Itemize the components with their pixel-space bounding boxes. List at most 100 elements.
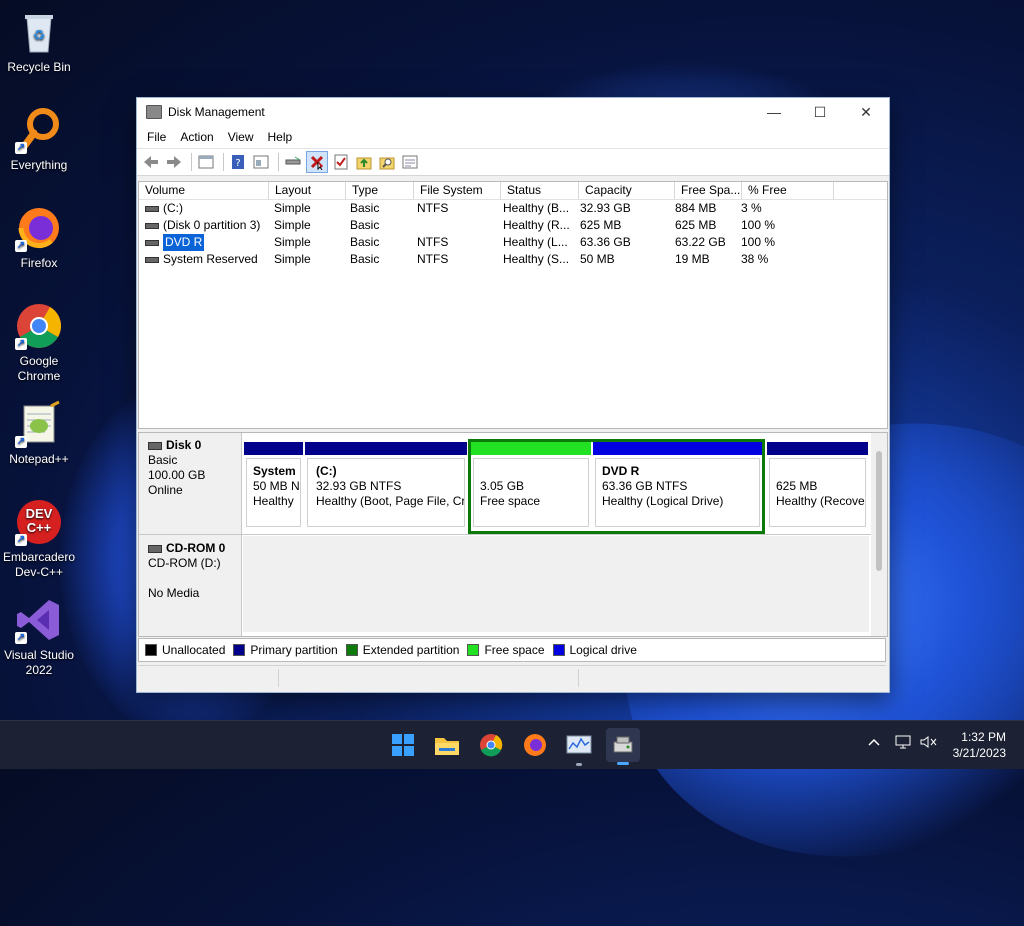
desktop-icon-recycle-bin[interactable]: ♻ Recycle Bin	[2, 8, 76, 75]
toolbar: ?	[137, 148, 889, 176]
column-status[interactable]: Status	[501, 182, 579, 199]
clock-time: 1:32 PM	[961, 730, 1006, 744]
devcpp-icon: DEV C++ ↗	[15, 498, 63, 546]
back-icon[interactable]	[141, 152, 161, 172]
status-bar	[138, 665, 886, 690]
notepad-plus-plus-icon: ↗	[15, 400, 63, 448]
shortcut-arrow-icon: ↗	[15, 436, 27, 448]
file-explorer-icon[interactable]	[432, 730, 462, 760]
partition-system-reserved[interactable]: System 50 MB N Healthy	[244, 442, 303, 530]
partition-bar	[244, 442, 303, 455]
desktop-icon-firefox[interactable]: ↗ Firefox	[2, 204, 76, 271]
volume-list: Volume Layout Type File System Status Ca…	[138, 181, 888, 429]
chevron-up-icon[interactable]	[868, 735, 880, 750]
partition-bar	[593, 442, 762, 455]
menu-view[interactable]: View	[221, 130, 261, 144]
disk-icon	[148, 441, 162, 450]
forward-icon[interactable]	[164, 152, 184, 172]
cdrom0-label[interactable]: CD-ROM 0 CD-ROM (D:) No Media	[139, 536, 242, 636]
show-pane-icon[interactable]	[196, 152, 216, 172]
volume-muted-icon[interactable]	[920, 735, 938, 752]
properties-icon[interactable]	[400, 152, 420, 172]
desktop-icon-embarcadero-devcpp[interactable]: DEV C++ ↗ Embarcadero Dev-C++	[2, 498, 76, 580]
shortcut-arrow-icon: ↗	[15, 534, 27, 546]
desktop-icon-google-chrome[interactable]: ↗ Google Chrome	[2, 302, 76, 384]
search-icon[interactable]	[377, 152, 397, 172]
desktop-icon-notepad-plus-plus[interactable]: ↗ Notepad++	[2, 400, 76, 467]
cdrom0-media: No Media	[148, 586, 200, 600]
console-icon[interactable]	[251, 152, 271, 172]
chrome-icon: ↗	[15, 302, 63, 350]
menu-file[interactable]: File	[140, 130, 173, 144]
disk-management-window: Disk Management — ☐ ✕ File Action View H…	[136, 97, 890, 693]
partition-dvd-r[interactable]: DVD R 63.36 GB NTFS Healthy (Logical Drive…	[593, 442, 762, 530]
partition-c[interactable]: (C:) 32.93 GB NTFS Healthy (Boot, Page Fil…	[305, 442, 467, 530]
partition-bar	[767, 442, 868, 455]
disk-graphical-view: Disk 0 Basic 100.00 GB Online System 50 M…	[138, 432, 888, 637]
column-file-system[interactable]: File System	[414, 182, 501, 199]
disk0-label[interactable]: Disk 0 Basic 100.00 GB Online	[139, 433, 242, 536]
svg-text:♻: ♻	[33, 28, 46, 44]
table-row[interactable]: (Disk 0 partition 3) Simple Basic Health…	[139, 217, 887, 234]
cdrom0-area[interactable]	[243, 536, 869, 632]
everything-search-icon: ↗	[15, 106, 63, 154]
maximize-button[interactable]: ☐	[797, 98, 843, 126]
help-icon[interactable]: ?	[228, 152, 248, 172]
delete-icon[interactable]	[306, 151, 328, 173]
resource-monitor-icon[interactable]	[564, 730, 594, 766]
shortcut-arrow-icon: ↗	[15, 632, 27, 644]
disk0-state: Online	[148, 483, 183, 497]
vertical-scrollbar[interactable]	[871, 433, 887, 636]
volume-icon	[145, 256, 159, 263]
menu-help[interactable]: Help	[261, 130, 300, 144]
close-button[interactable]: ✕	[843, 98, 889, 126]
running-indicator	[576, 763, 582, 766]
devcpp-icon-text: DEV C++	[25, 506, 53, 535]
firefox-icon[interactable]	[520, 730, 550, 760]
start-icon[interactable]	[388, 730, 418, 760]
column-capacity[interactable]: Capacity	[579, 182, 675, 199]
legend-swatch	[233, 644, 246, 656]
table-row[interactable]: System Reserved Simple Basic NTFS Health…	[139, 251, 887, 268]
cdrom0-drive: CD-ROM (D:)	[148, 556, 221, 570]
network-icon[interactable]	[895, 735, 911, 752]
table-row-selected[interactable]: DVD R Simple Basic NTFS Healthy (L... 63…	[139, 234, 887, 251]
legend-swatch	[467, 644, 480, 656]
table-row[interactable]: (C:) Simple Basic NTFS Healthy (B... 32.…	[139, 200, 887, 217]
shortcut-arrow-icon: ↗	[15, 338, 27, 350]
cdrom-icon	[148, 544, 162, 553]
toolbar-separator	[223, 153, 224, 171]
partition-bar	[471, 442, 591, 455]
desktop-icon-visual-studio[interactable]: ↗ Visual Studio 2022	[2, 596, 76, 678]
minimize-button[interactable]: —	[751, 98, 797, 126]
column-free-space[interactable]: Free Spa...	[675, 182, 742, 199]
title-bar[interactable]: Disk Management — ☐ ✕	[137, 98, 889, 126]
column-percent-free[interactable]: % Free	[742, 182, 834, 199]
connect-icon[interactable]	[283, 152, 303, 172]
divider	[139, 534, 871, 535]
system-clock[interactable]: 1:32 PM 3/21/2023	[953, 729, 1006, 761]
legend-swatch	[345, 644, 358, 656]
disk0-type: Basic	[148, 453, 178, 467]
partition-recovery[interactable]: 625 MB Healthy (Recove	[767, 442, 868, 530]
volume-icon	[145, 239, 159, 246]
active-indicator	[617, 762, 629, 765]
disk0-size: 100.00 GB	[148, 468, 206, 482]
window-title: Disk Management	[168, 105, 265, 119]
partition-bar	[305, 442, 467, 455]
volume-icon	[145, 222, 159, 229]
partition-free-space[interactable]: 3.05 GB Free space	[471, 442, 591, 530]
check-icon[interactable]	[331, 152, 351, 172]
column-type[interactable]: Type	[346, 182, 414, 199]
menu-action[interactable]: Action	[173, 130, 220, 144]
column-layout[interactable]: Layout	[269, 182, 346, 199]
disk0-name: Disk 0	[166, 438, 202, 452]
shortcut-arrow-icon: ↗	[15, 240, 27, 252]
status-pane	[138, 669, 279, 687]
folder-up-icon[interactable]	[354, 152, 374, 172]
scrollbar-thumb[interactable]	[876, 451, 882, 571]
disk-management-icon[interactable]	[606, 728, 640, 765]
column-volume[interactable]: Volume	[139, 182, 269, 199]
desktop-icon-everything[interactable]: ↗ Everything	[2, 106, 76, 173]
chrome-icon[interactable]	[476, 730, 506, 760]
